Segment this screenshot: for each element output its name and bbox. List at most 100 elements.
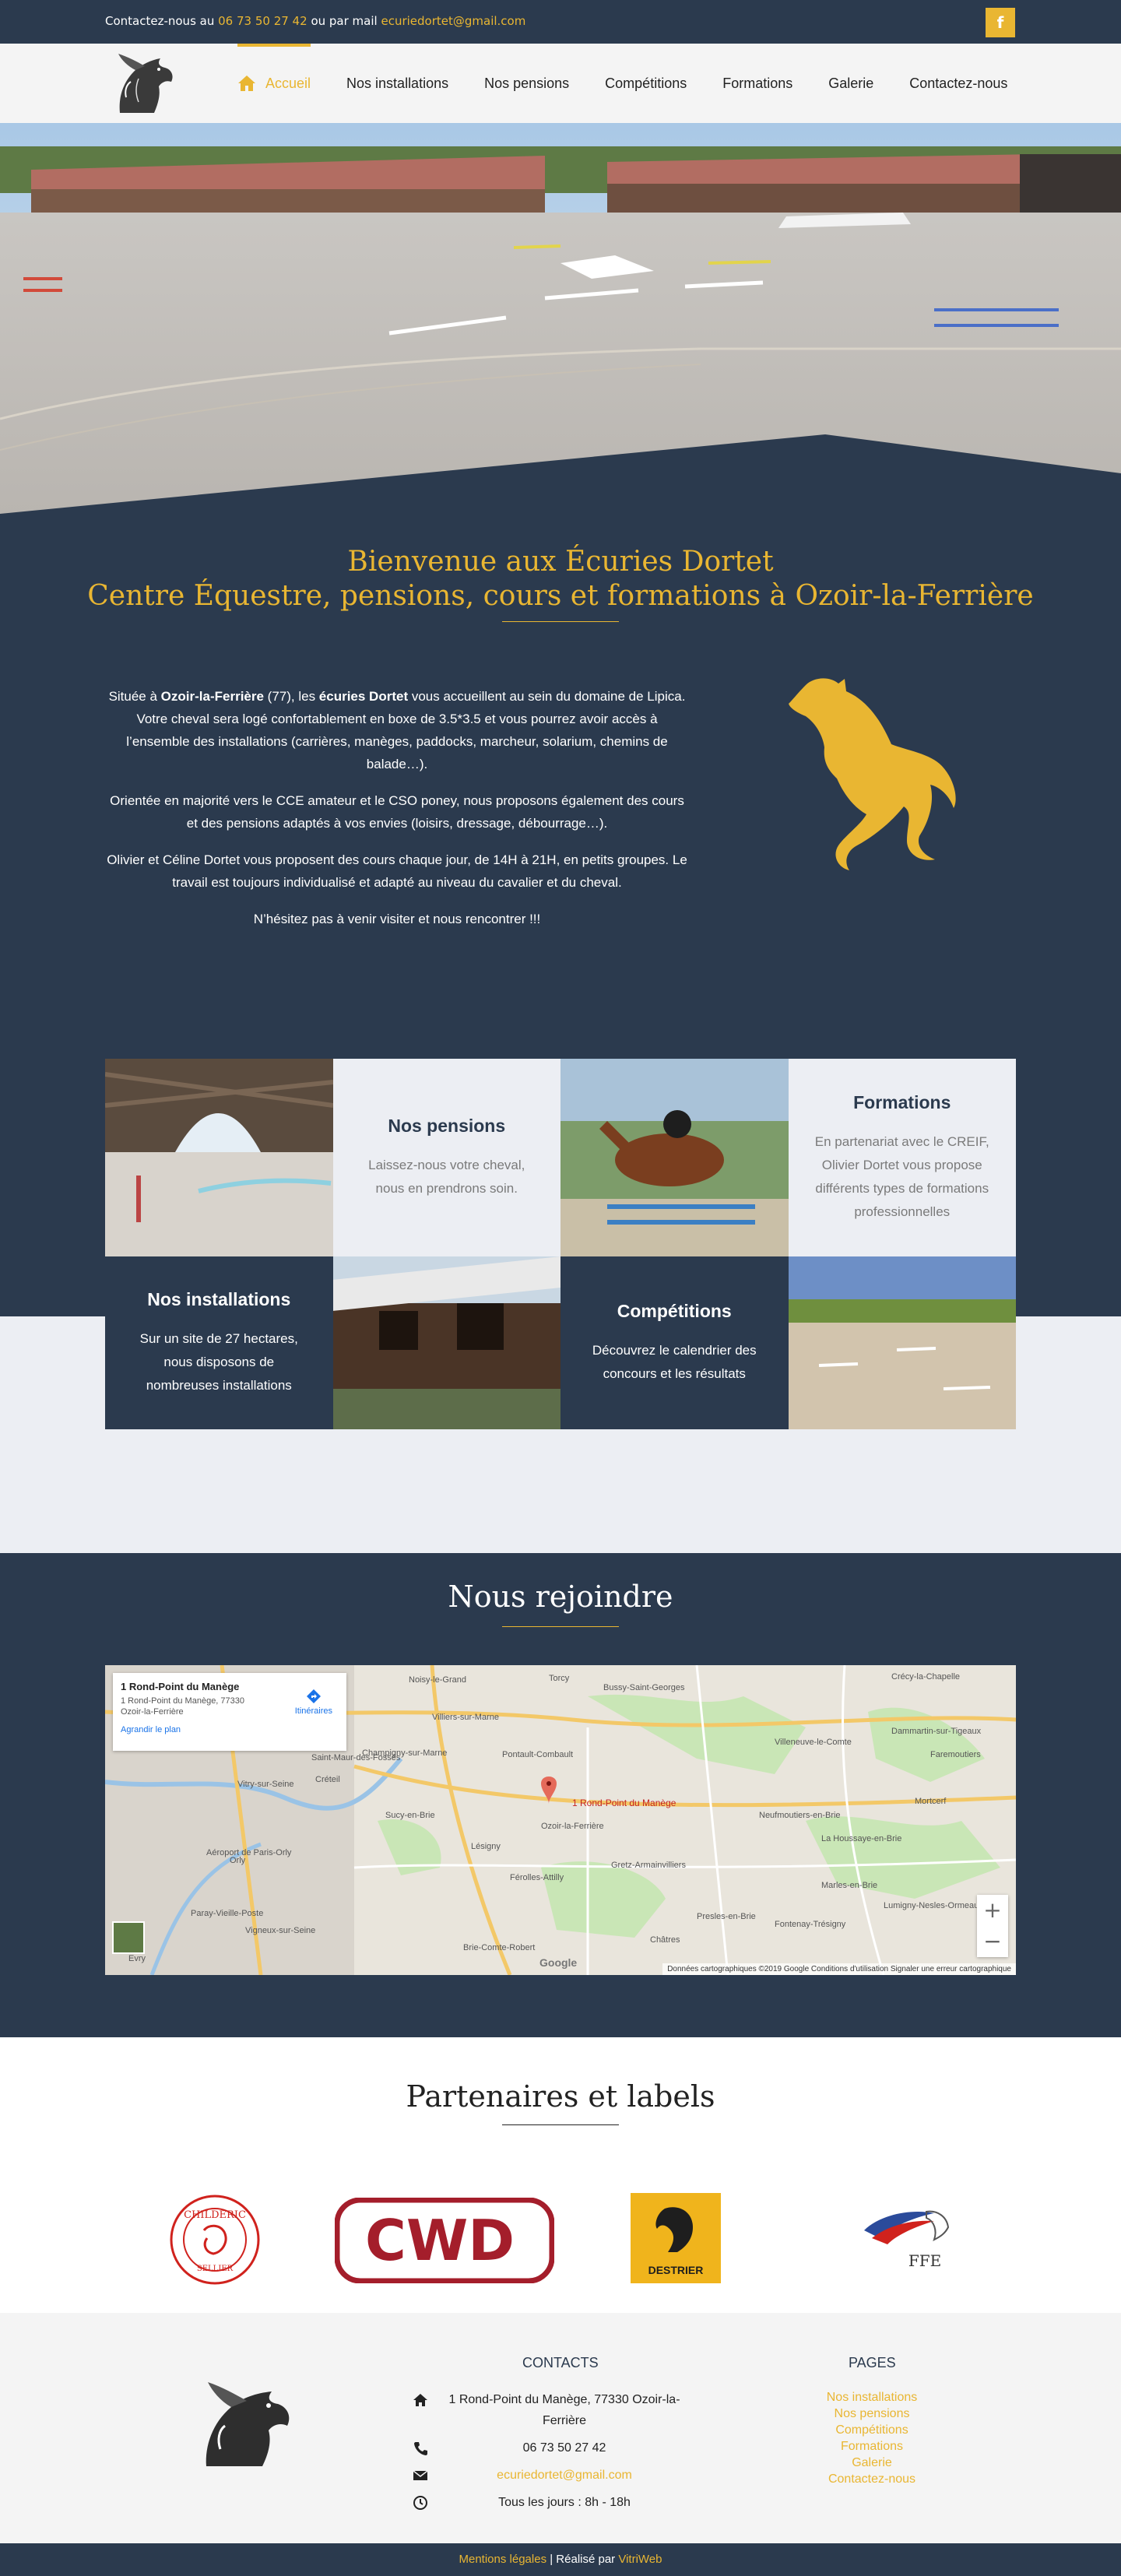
svg-text:Noisy-le-Grand: Noisy-le-Grand (409, 1675, 466, 1685)
footer-address: 1 Rond-Point du Manège, 77330 Ozoir-la-F… (413, 2389, 701, 2431)
map-directions-button[interactable]: Itinéraires (295, 1689, 332, 1716)
footer-pages-title: PAGES (849, 2355, 896, 2370)
google-logo: Google (539, 1956, 578, 1969)
footer-address-text: 1 Rond-Point du Manège, 77330 Ozoir-la-F… (448, 2393, 680, 2427)
footer-pages-list: Nos installations Nos pensions Compétiti… (794, 2389, 950, 2487)
footer-link-pensions[interactable]: Nos pensions (794, 2406, 950, 2422)
svg-text:Neufmoutiers-en-Brie: Neufmoutiers-en-Brie (759, 1811, 841, 1820)
agency-link[interactable]: VitriWeb (618, 2553, 662, 2566)
footer-contact-list: 1 Rond-Point du Manège, 77330 Ozoir-la-F… (413, 2389, 701, 2519)
destrier-text: DESTRIER (648, 2264, 704, 2276)
footer-link-competitions[interactable]: Compétitions (794, 2422, 950, 2438)
card-pensions-text: Laissez-nous votre cheval, nous en prend… (368, 1157, 525, 1196)
card-competitions[interactable]: Compétitions Découvrez le calendrier des… (560, 1256, 789, 1429)
welcome-title-line1: Bienvenue aux Écuries Dortet (347, 546, 774, 578)
join-divider (502, 1626, 619, 1627)
partners-divider (502, 2124, 619, 2125)
intro-name: écuries Dortet (318, 689, 409, 704)
footer-logo[interactable] (191, 2379, 304, 2471)
footer-phone-text[interactable]: 06 73 50 27 42 (428, 2437, 701, 2458)
card-installations-title: Nos installations (147, 1288, 291, 1309)
site-logo[interactable] (104, 51, 179, 118)
footer-hours: Tous les jours : 8h - 18h (413, 2492, 701, 2513)
nav-competitions[interactable]: Compétitions (605, 44, 687, 123)
join-title: Nous rejoindre (448, 1580, 673, 1614)
nav-pensions[interactable]: Nos pensions (484, 44, 569, 123)
contact-prefix: Contactez-nous au (105, 14, 215, 28)
footer-email: ecuriedortet@gmail.com (413, 2465, 701, 2486)
svg-text:Aéroport de Paris-Orly: Aéroport de Paris-Orly (206, 1848, 292, 1857)
intro-paragraph-2: Orientée en majorité vers le CCE amateur… (110, 793, 684, 831)
map-attribution: Données cartographiques ©2019 Google Con… (662, 1963, 1016, 1975)
footer-email-link[interactable]: ecuriedortet@gmail.com (428, 2465, 701, 2486)
card-competitions-text: Découvrez le calendrier des concours et … (592, 1342, 757, 1381)
svg-text:Dammartin-sur-Tigeaux: Dammartin-sur-Tigeaux (891, 1727, 982, 1736)
footer-link-galerie[interactable]: Galerie (794, 2455, 950, 2471)
home-icon (413, 2394, 427, 2406)
contact-middle: ou par mail (311, 14, 378, 28)
svg-text:Presles-en-Brie: Presles-en-Brie (697, 1912, 756, 1921)
card-formations-title: Formations (853, 1091, 951, 1112)
outdoor-arena-photo (788, 1256, 1016, 1429)
top-bar: Contactez-nous au 06 73 50 27 42 ou par … (0, 0, 1121, 44)
directions-icon (306, 1689, 321, 1703)
card-formations-text: En partenariat avec le CREIF, Olivier Do… (814, 1133, 989, 1219)
zoom-in-button[interactable]: + (977, 1895, 1008, 1926)
cwd-logo[interactable]: CWD (335, 2198, 554, 2283)
google-map[interactable]: ParisNoisy-le-GrandTorcy Bussy-Saint-Geo… (105, 1665, 1016, 1975)
top-email-link[interactable]: ecuriedortet@gmail.com (381, 14, 525, 28)
nav-galerie[interactable]: Galerie (828, 44, 873, 123)
footer-link-installations[interactable]: Nos installations (794, 2389, 950, 2406)
intro-text: Située à Ozoir-la-Ferrière (77), les écu… (105, 685, 689, 944)
destrier-logo[interactable]: DESTRIER (631, 2193, 721, 2283)
clock-icon (413, 2496, 427, 2510)
ffe-text: FFE (908, 2251, 941, 2270)
childeric-text: CHILDERIC (184, 2209, 246, 2221)
nav-home[interactable]: Accueil (237, 44, 311, 123)
svg-text:Férolles-Attilly: Férolles-Attilly (510, 1873, 564, 1882)
nav-installations[interactable]: Nos installations (346, 44, 448, 123)
top-phone-link[interactable]: 06 73 50 27 42 (218, 14, 307, 28)
childeric-logo[interactable]: CHILDERIC SELLIER (168, 2193, 262, 2286)
intro-paragraph-1: Située à Ozoir-la-Ferrière (77), les écu… (105, 685, 689, 775)
card-competitions-title: Compétitions (617, 1300, 732, 1321)
card-formations[interactable]: Formations En partenariat avec le CREIF,… (788, 1059, 1016, 1256)
svg-text:Saint-Maur-des-Fossés: Saint-Maur-des-Fossés (311, 1753, 401, 1762)
feature-cards: Nos pensions Laissez-nous votre cheval, … (105, 1059, 1016, 1429)
top-contact: Contactez-nous au 06 73 50 27 42 ou par … (105, 14, 525, 28)
svg-text:Crécy-la-Chapelle: Crécy-la-Chapelle (891, 1672, 960, 1682)
intro-text-f: Votre cheval sera logé confortablement e… (126, 712, 668, 771)
card-installations-text: Sur un site de 27 hectares, nous disposo… (139, 1330, 298, 1393)
zoom-out-button[interactable]: − (977, 1926, 1008, 1957)
card-pensions[interactable]: Nos pensions Laissez-nous votre cheval, … (332, 1059, 560, 1256)
svg-text:Lumigny-Nesles-Ormeaux: Lumigny-Nesles-Ormeaux (884, 1901, 983, 1910)
nav-contact[interactable]: Contactez-nous (909, 44, 1007, 123)
svg-text:Châtres: Châtres (650, 1935, 680, 1945)
svg-text:La Houssaye-en-Brie: La Houssaye-en-Brie (821, 1834, 901, 1843)
footer-hours-text: Tous les jours : 8h - 18h (498, 2496, 631, 2509)
svg-text:Villeneuve-le-Comte: Villeneuve-le-Comte (775, 1738, 852, 1747)
hero-image (0, 123, 1121, 514)
map-directions-label: Itinéraires (294, 1706, 332, 1716)
map-enlarge-link[interactable]: Agrandir le plan (121, 1725, 339, 1734)
svg-text:Torcy: Torcy (549, 1674, 570, 1683)
card-installations[interactable]: Nos installations Sur un site de 27 hect… (105, 1256, 333, 1429)
svg-text:Bussy-Saint-Georges: Bussy-Saint-Georges (603, 1683, 685, 1692)
footer-link-formations[interactable]: Formations (794, 2438, 950, 2455)
home-icon (238, 76, 255, 91)
stables-photo (332, 1256, 560, 1429)
ffe-logo[interactable]: FFE (856, 2199, 958, 2277)
intro-text-a: Située à (108, 689, 161, 704)
sellier-text: SELLIER (197, 2265, 234, 2273)
footer-link-contact[interactable]: Contactez-nous (794, 2471, 950, 2487)
phone-icon (414, 2442, 427, 2455)
partners-section: Partenaires et labels CHILDERIC SELLIER … (0, 2037, 1121, 2313)
card-pensions-title: Nos pensions (388, 1115, 506, 1136)
legal-link[interactable]: Mentions légales (459, 2553, 547, 2566)
facebook-icon[interactable]: f (986, 8, 1015, 37)
nav-formations[interactable]: Formations (722, 44, 792, 123)
svg-text:Vitry-sur-Seine: Vitry-sur-Seine (237, 1780, 294, 1789)
hero-banner (0, 123, 1121, 514)
svg-text:Paray-Vieille-Poste: Paray-Vieille-Poste (191, 1909, 263, 1918)
svg-text:Evry: Evry (128, 1954, 146, 1963)
